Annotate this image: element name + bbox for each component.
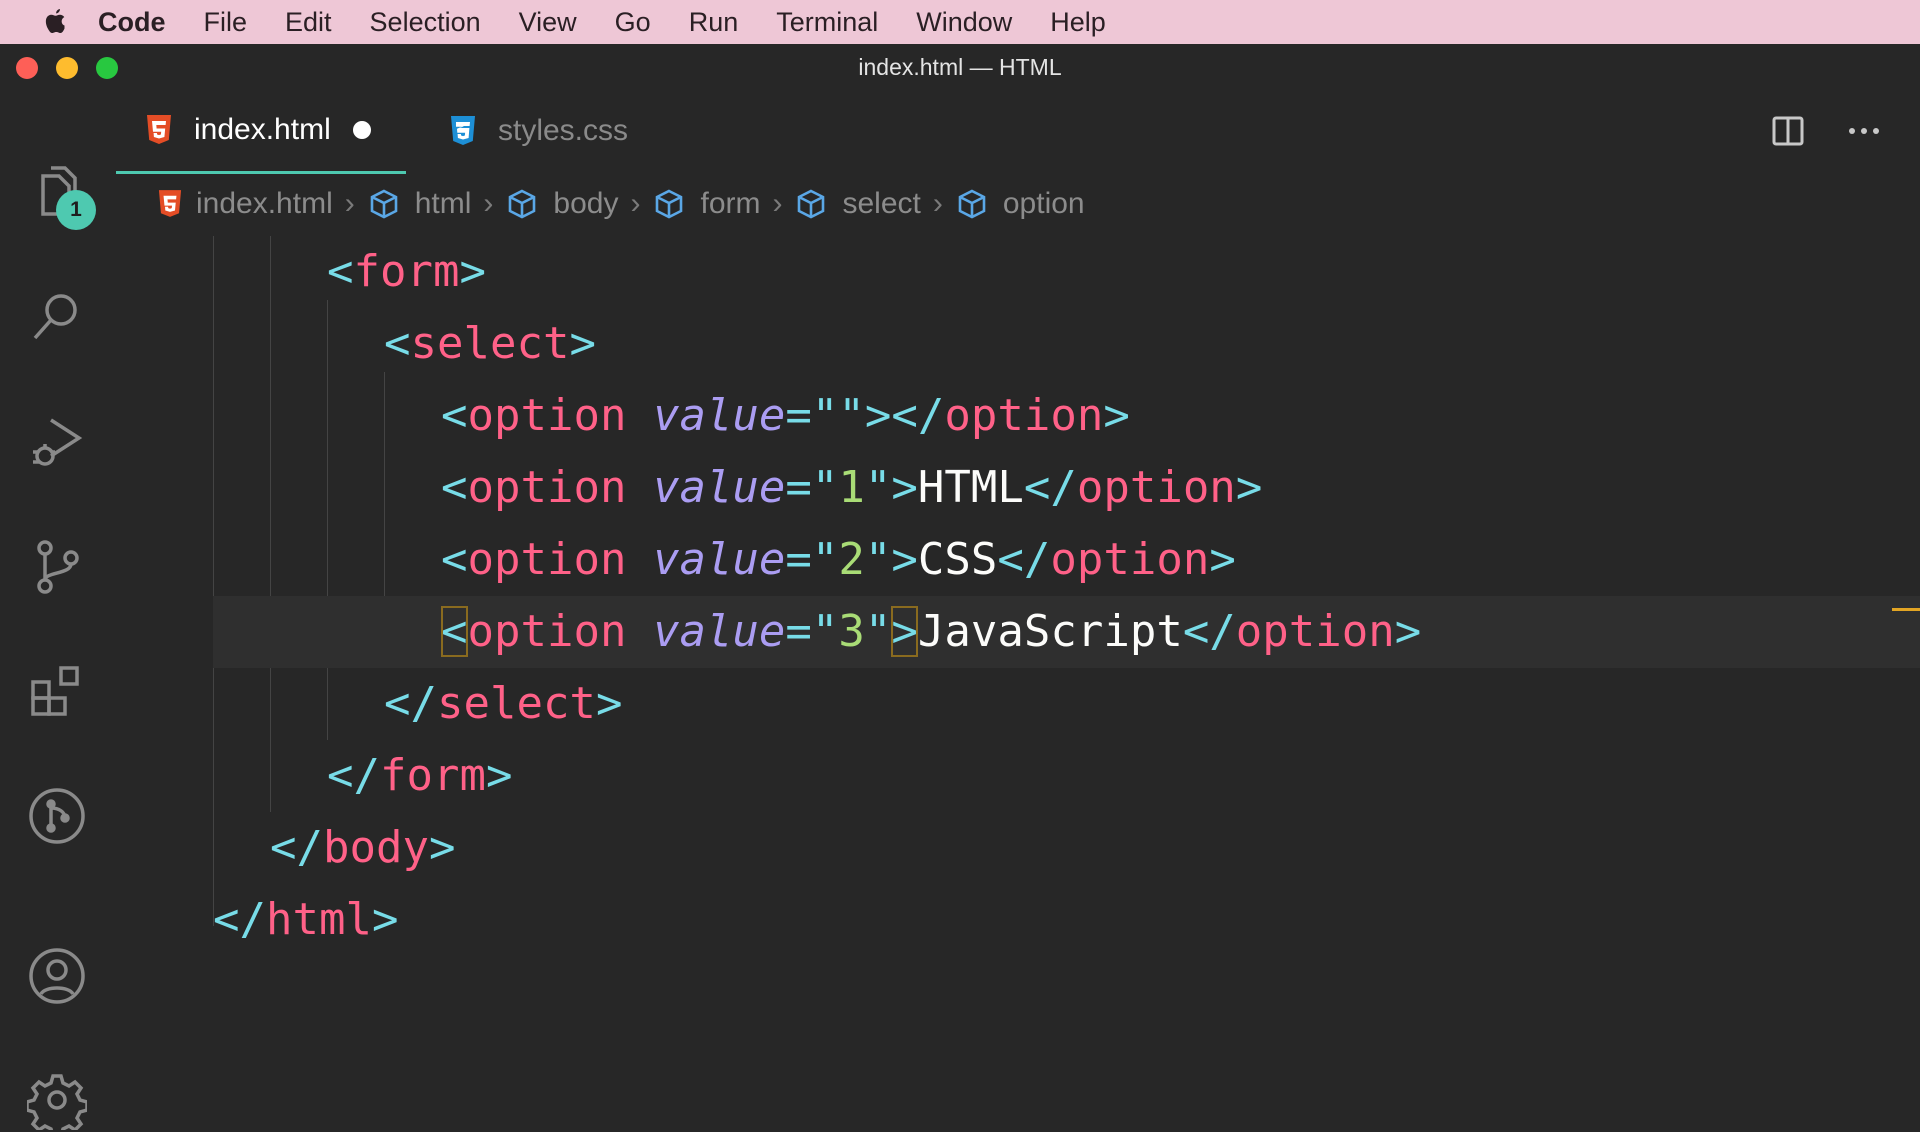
menu-file[interactable]: File (185, 0, 267, 44)
code-line[interactable]: <form> (114, 236, 1920, 308)
source-control-icon[interactable] (25, 534, 89, 598)
html5-icon (147, 114, 171, 144)
gear-icon[interactable] (25, 1068, 89, 1132)
menu-view[interactable]: View (500, 0, 596, 44)
tab-label: index.html (194, 112, 331, 146)
chevron-right-icon: › (772, 187, 783, 220)
code-line[interactable]: </html> (114, 884, 1920, 956)
title-bar: index.html — HTML (0, 46, 1920, 88)
search-icon[interactable] (25, 284, 89, 348)
symbol-element-icon (656, 189, 683, 219)
menu-help[interactable]: Help (1031, 0, 1125, 44)
code-line[interactable]: <option value="1">HTML</option> (114, 452, 1920, 524)
option-text: HTML (917, 462, 1024, 513)
breadcrumb-label: html (414, 187, 472, 220)
tab-index-html[interactable]: index.html (116, 88, 406, 174)
chevron-right-icon: › (483, 187, 494, 220)
tab-label: styles.css (498, 114, 629, 147)
menu-bar: Code File Edit Selection View Go Run Ter… (0, 0, 1920, 44)
more-actions-icon[interactable] (1844, 111, 1884, 151)
breadcrumb: index.html › html › body › form › select… (158, 180, 1085, 228)
code-line[interactable]: <option value=""></option> (114, 380, 1920, 452)
menu-app-code[interactable]: Code (92, 0, 185, 44)
editor-tabs: index.html styles.css (114, 88, 1920, 174)
tab-styles-css[interactable]: styles.css (434, 88, 628, 174)
chevron-right-icon: › (344, 187, 355, 220)
code-line[interactable]: <option value="2">CSS</option> (114, 524, 1920, 596)
window-title: index.html — HTML (858, 54, 1062, 80)
menu-run[interactable]: Run (670, 0, 758, 44)
account-icon[interactable] (25, 944, 89, 1008)
breadcrumb-file[interactable]: index.html (158, 187, 333, 221)
code-line[interactable]: <select> (114, 308, 1920, 380)
run-debug-icon[interactable] (25, 410, 89, 474)
chevron-right-icon: › (630, 187, 641, 220)
split-editor-icon[interactable] (1768, 111, 1808, 151)
breadcrumb-body[interactable]: body (505, 187, 618, 221)
symbol-element-icon (958, 189, 986, 219)
menu-selection[interactable]: Selection (351, 0, 500, 44)
code-line[interactable]: </body> (114, 812, 1920, 884)
symbol-element-icon (798, 189, 825, 219)
symbol-element-icon (509, 189, 536, 219)
option-text: JavaScript (917, 606, 1183, 657)
symbol-element-icon (370, 189, 398, 219)
current-line[interactable]: <option value="3">JavaScript</option> (213, 596, 1920, 668)
menu-go[interactable]: Go (596, 0, 670, 44)
attr-name: value (652, 390, 786, 441)
extensions-icon[interactable] (25, 658, 89, 722)
breadcrumb-label: select (842, 187, 921, 220)
tab-actions (1768, 88, 1920, 174)
menu-terminal[interactable]: Terminal (757, 0, 897, 44)
git-graph-icon[interactable] (25, 784, 89, 848)
breadcrumb-select[interactable]: select (794, 187, 921, 221)
attr-name: value (652, 462, 786, 513)
option-text: CSS (917, 534, 998, 585)
attr-name: value (652, 606, 786, 657)
editor-window: index.html — HTML 1 index.html styles.cs… (0, 46, 1920, 1130)
attr-name: value (652, 534, 786, 585)
breadcrumb-label: index.html (196, 187, 333, 220)
html5-icon (158, 190, 182, 217)
menu-window[interactable]: Window (897, 0, 1031, 44)
code-line[interactable]: </form> (114, 740, 1920, 812)
breadcrumb-label: form (700, 187, 761, 220)
code-editor[interactable]: <form> <select> <option value=""></optio… (114, 236, 1920, 1080)
chevron-right-icon: › (932, 187, 943, 220)
overview-ruler-marker (1892, 608, 1920, 611)
breadcrumb-form[interactable]: form (652, 187, 760, 221)
activity-bar: 1 (0, 88, 114, 1130)
code-line[interactable]: </select> (114, 668, 1920, 740)
breadcrumb-html[interactable]: html (367, 187, 472, 221)
unsaved-dot-icon[interactable] (352, 120, 371, 139)
breadcrumb-label: body (553, 187, 619, 220)
explorer-badge: 1 (56, 190, 96, 230)
breadcrumb-option[interactable]: option (955, 187, 1085, 221)
breadcrumb-label: option (1002, 187, 1085, 220)
css3-icon (451, 116, 475, 145)
menu-edit[interactable]: Edit (266, 0, 351, 44)
apple-logo-icon[interactable] (40, 7, 70, 37)
